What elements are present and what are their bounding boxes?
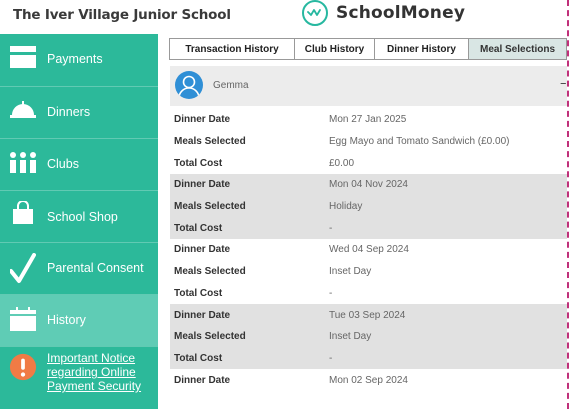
tab-dinner-history[interactable]: Dinner History	[374, 38, 468, 60]
row-value: Mon 02 Sep 2024	[329, 374, 408, 386]
row-value: Inset Day	[329, 266, 372, 278]
table-row: Dinner Date Mon 02 Sep 2024	[170, 369, 567, 391]
table-row: Dinner Date Wed 04 Sep 2024	[170, 239, 567, 261]
sidebar-item-school-shop[interactable]: School Shop	[0, 191, 158, 242]
meal-selection-list: Dinner Date Mon 27 Jan 2025 Meals Select…	[170, 109, 567, 391]
cloche-icon	[9, 99, 37, 119]
meal-record: Dinner Date Tue 03 Sep 2024 Meals Select…	[170, 304, 567, 370]
sidebar-item-label: School Shop	[47, 210, 118, 224]
row-value: Tue 03 Sep 2024	[329, 309, 406, 321]
row-value: Wed 04 Sep 2024	[329, 244, 409, 256]
table-row: Meals Selected Holiday	[170, 195, 567, 218]
sidebar-item-label: Clubs	[47, 157, 79, 171]
page-edge-divider	[567, 0, 569, 409]
sidebar-item-parental-consent[interactable]: Parental Consent	[0, 243, 158, 294]
sidebar-item-clubs[interactable]: Clubs	[0, 139, 158, 190]
sidebar-item-label: Payments	[47, 52, 103, 66]
school-name: The Iver Village Junior School	[13, 7, 231, 23]
row-value: Holiday	[329, 201, 363, 213]
sidebar-item-important-notice[interactable]: Important Notice regarding Online Paymen…	[0, 347, 158, 399]
sidebar-item-history[interactable]: History	[0, 295, 158, 346]
row-label: Dinner Date	[174, 374, 231, 386]
child-name: Gemma	[213, 80, 249, 91]
row-label: Total Cost	[174, 287, 223, 299]
sidebar-item-label: History	[47, 313, 86, 327]
table-row: Dinner Date Mon 04 Nov 2024	[170, 174, 567, 196]
meal-record: Dinner Date Mon 27 Jan 2025 Meals Select…	[170, 109, 567, 174]
important-notice-link[interactable]: Important Notice regarding Online Paymen…	[47, 351, 158, 393]
table-row: Total Cost -	[170, 217, 567, 240]
sidebar-item-label: Dinners	[47, 105, 91, 119]
meal-record: Dinner Date Mon 02 Sep 2024	[170, 369, 567, 391]
table-row: Total Cost £0.00	[170, 152, 567, 174]
table-row: Dinner Date Mon 27 Jan 2025	[170, 109, 567, 131]
row-label: Total Cost	[174, 222, 223, 234]
table-row: Meals Selected Inset Day	[170, 261, 567, 283]
checkmark-icon	[9, 253, 37, 285]
tab-meal-selections[interactable]: Meal Selections	[468, 38, 567, 60]
child-header[interactable]: Gemma –	[170, 66, 567, 106]
people-icon	[9, 151, 37, 173]
table-row: Meals Selected Egg Mayo and Tomato Sandw…	[170, 131, 567, 153]
row-value: -	[329, 352, 333, 364]
row-value: £0.00	[329, 157, 355, 169]
row-value: Mon 04 Nov 2024	[329, 179, 408, 191]
calendar-icon	[9, 307, 37, 331]
row-label: Dinner Date	[174, 114, 231, 126]
meal-record: Dinner Date Mon 04 Nov 2024 Meals Select…	[170, 174, 567, 240]
row-label: Dinner Date	[174, 309, 231, 321]
meal-record: Dinner Date Wed 04 Sep 2024 Meals Select…	[170, 239, 567, 304]
row-label: Meals Selected	[174, 201, 246, 213]
smile-logo-icon	[302, 0, 328, 26]
main-content: Transaction History Club History Dinner …	[158, 34, 567, 409]
row-value: Mon 27 Jan 2025	[329, 114, 407, 126]
table-row: Total Cost -	[170, 347, 567, 370]
row-value: Inset Day	[329, 331, 372, 343]
schoolmoney-logo[interactable]: SchoolMoney	[302, 0, 465, 26]
alert-icon	[9, 352, 37, 382]
avatar	[175, 71, 203, 99]
row-value: -	[329, 287, 333, 299]
table-row: Total Cost -	[170, 283, 567, 305]
row-label: Meals Selected	[174, 331, 246, 343]
row-label: Total Cost	[174, 352, 223, 364]
sidebar-item-payments[interactable]: Payments	[0, 34, 158, 86]
sidebar-item-dinners[interactable]: Dinners	[0, 87, 158, 138]
row-value: -	[329, 222, 333, 234]
history-tabs: Transaction History Club History Dinner …	[169, 38, 567, 60]
brand-name: SchoolMoney	[336, 3, 466, 23]
row-label: Total Cost	[174, 157, 223, 169]
card-icon	[9, 46, 37, 68]
row-label: Dinner Date	[174, 179, 231, 191]
sidebar: Payments Dinners Clubs School Shop Paren…	[0, 34, 158, 409]
shopping-bag-icon	[9, 201, 37, 225]
table-row: Dinner Date Tue 03 Sep 2024	[170, 304, 567, 326]
collapse-toggle[interactable]: –	[560, 76, 567, 91]
row-label: Dinner Date	[174, 244, 231, 256]
table-row: Meals Selected Inset Day	[170, 325, 567, 348]
tab-transaction-history[interactable]: Transaction History	[169, 38, 294, 60]
row-value: Egg Mayo and Tomato Sandwich (£0.00)	[329, 136, 510, 148]
tab-club-history[interactable]: Club History	[294, 38, 374, 60]
row-label: Meals Selected	[174, 266, 246, 278]
header: The Iver Village Junior School SchoolMon…	[0, 0, 574, 34]
row-label: Meals Selected	[174, 136, 246, 148]
sidebar-item-label: Parental Consent	[47, 261, 144, 275]
